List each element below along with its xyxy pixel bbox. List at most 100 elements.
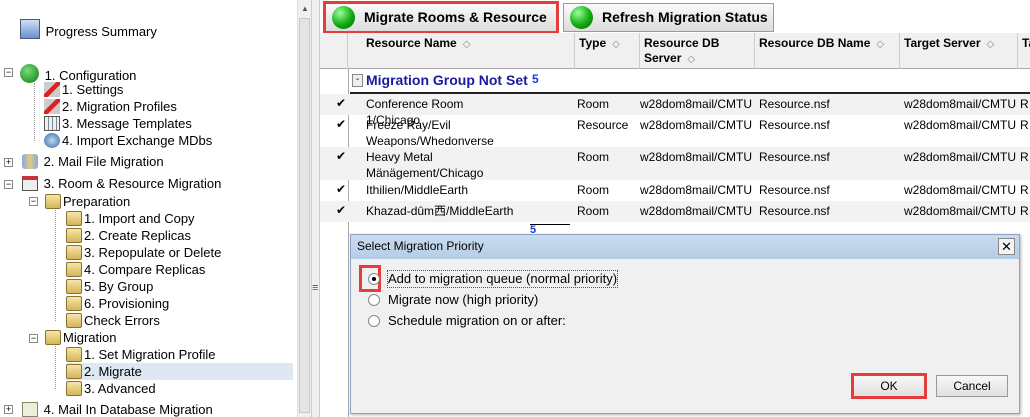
label: Type [579,36,607,50]
green-status-icon [332,6,355,29]
label: Resource DB Server [644,36,720,65]
cell-db: Resource.nsf [759,150,830,164]
tree-item-preparation[interactable]: Preparation [45,193,130,210]
tree-item-room-resource-migration[interactable]: 3. Room & Resource Migration [22,175,221,192]
cell-target: w28dom8mail/CMTU [904,97,1017,111]
column-resource-db-name[interactable]: Resource DB Name ◇ [755,33,900,69]
tree-item-compare-replicas[interactable]: 4. Compare Replicas [66,261,205,278]
option-normal-priority-label[interactable]: Add to migration queue (normal priority) [386,270,619,288]
refresh-migration-status-button[interactable]: Refresh Migration Status [563,3,774,32]
table-row[interactable]: ✔ Ithilien/MiddleEarth Room w28dom8mail/CMT… [320,180,1030,201]
tree-item-message-templates[interactable]: 3. Message Templates [44,115,192,132]
table-row[interactable]: ✔ Heavy Metal Mänägement/Chicago Room w28do… [320,147,1030,180]
collapse-migration-toggle[interactable]: − [29,334,38,343]
label: 2. Migration Profiles [62,99,177,114]
cell-server: w28dom8mail/CMTU [640,150,753,164]
folder-icon [66,279,82,294]
option-high-priority-label[interactable]: Migrate now (high priority) [388,292,538,308]
table-row[interactable]: ✔ Khazad-dûm西/MiddleEarth Room w28dom8mail/… [320,201,1030,222]
cell-name: Freeze Ray/Evil Weapons/Whedonverse [366,118,494,148]
table-header: Resource Name ◇ Type ◇ Resource DB Server ◇… [320,33,1030,69]
tree-item-check-errors[interactable]: Check Errors [66,312,160,329]
tree-item-migrate[interactable]: 2. Migrate [66,363,293,380]
tree-item-migration[interactable]: Migration [45,329,116,346]
tree-item-import-exchange[interactable]: 4. Import Exchange MDbs [44,132,212,149]
tree-item-provisioning[interactable]: 6. Provisioning [66,295,169,312]
cell-t: R [1020,97,1029,111]
folder-icon [66,364,82,379]
scroll-up-arrow-icon[interactable]: ▲ [301,4,309,13]
ok-button[interactable]: OK [851,373,927,399]
cell-name: Ithilien/MiddleEarth [366,183,469,197]
tree-item-mail-file-migration[interactable]: 2. Mail File Migration [22,153,164,170]
label: Migration [63,330,117,345]
folder-icon [66,245,82,260]
tree-item-migration-profiles[interactable]: 2. Migration Profiles [44,98,177,115]
tools-icon [44,99,60,114]
tree-item-create-replicas[interactable]: 2. Create Replicas [66,227,191,244]
collapse-preparation-toggle[interactable]: − [29,197,38,206]
grip-icon: ≡ [312,282,319,294]
group-count: 5 [532,72,539,86]
tree-item-settings[interactable]: 1. Settings [44,81,123,98]
table-row[interactable]: ✔ Freeze Ray/Evil Weapons/Whedonverse Reso… [320,115,1030,148]
label: Check Errors [84,313,160,328]
close-icon[interactable]: ✕ [998,238,1015,255]
tree-item-import-and-copy[interactable]: 1. Import and Copy [66,210,195,227]
cancel-button[interactable]: Cancel [936,375,1008,397]
templates-icon [44,116,60,131]
column-resource-db-server[interactable]: Resource DB Server ◇ [640,33,755,69]
mail-db-icon [22,402,38,417]
tree-item-advanced[interactable]: 3. Advanced [66,380,156,397]
column-target-server[interactable]: Target Server ◇ [900,33,1018,69]
cell-db: Resource.nsf [759,97,830,111]
green-status-icon [570,6,593,29]
search-import-icon [44,133,60,148]
calendar-icon [22,176,38,191]
globe-icon [20,64,39,83]
label: 3. Room & Resource Migration [43,176,222,191]
collapse-room-resource-toggle[interactable]: − [4,180,13,189]
column-ta[interactable]: Ta [1018,33,1030,69]
collapse-configuration-toggle[interactable]: − [4,68,13,77]
tree-item-set-migration-profile[interactable]: 1. Set Migration Profile [66,346,216,363]
cell-db: Resource.nsf [759,204,830,218]
sort-icon: ◇ [687,54,696,65]
column-type[interactable]: Type ◇ [575,33,640,69]
collapse-group-toggle[interactable]: - [352,74,363,87]
label: 5. By Group [84,279,154,294]
option-schedule-label[interactable]: Schedule migration on or after: [388,313,566,329]
cell-t: R [1020,183,1029,197]
sort-icon: ◇ [462,39,471,50]
tree-item-progress-summary[interactable]: Progress Summary [20,19,157,39]
label: 2. Mail File Migration [43,154,164,169]
cell-type: Room [577,204,610,218]
migrate-rooms-resources-button[interactable]: Migrate Rooms & Resource [323,1,559,34]
sort-icon: ◇ [876,39,885,50]
radio-schedule[interactable] [368,315,380,327]
progress-summary-icon [20,19,40,39]
scrollbar-thumb[interactable] [299,18,310,413]
tree-item-mail-in-database[interactable]: 4. Mail In Database Migration [22,401,213,417]
tree-item-configuration[interactable]: 1. Configuration [20,64,136,83]
expand-mail-file-toggle[interactable]: + [4,158,13,167]
radio-normal-priority[interactable] [368,273,380,285]
cell-type: Resource [577,118,629,132]
group-label: Migration Group Not Set [366,72,528,88]
pane-splitter[interactable]: ≡ [311,0,320,417]
tree-item-by-group[interactable]: 5. By Group [66,278,153,295]
expand-mail-in-db-toggle[interactable]: + [4,405,13,414]
table-row[interactable]: ✔ Conference Room 1/Chicago Room w28dom8mai… [320,94,1030,127]
select-migration-priority-dialog: Select Migration Priority ✕ Add to migra… [350,234,1020,414]
column-resource-name[interactable]: Resource Name ◇ [348,33,575,69]
check-column-header [320,33,348,69]
tree-item-repopulate[interactable]: 3. Repopulate or Delete [66,244,221,261]
cell-db: Resource.nsf [759,118,830,132]
folder-icon [66,262,82,277]
label: Progress Summary [45,24,157,39]
cell-server: w28dom8mail/CMTU [640,204,753,218]
radio-high-priority[interactable] [368,294,380,306]
folder-icon [66,228,82,243]
group-row[interactable]: - Migration Group Not Set 5 [350,70,1030,94]
tree-scrollbar[interactable]: ▲ [297,0,311,417]
